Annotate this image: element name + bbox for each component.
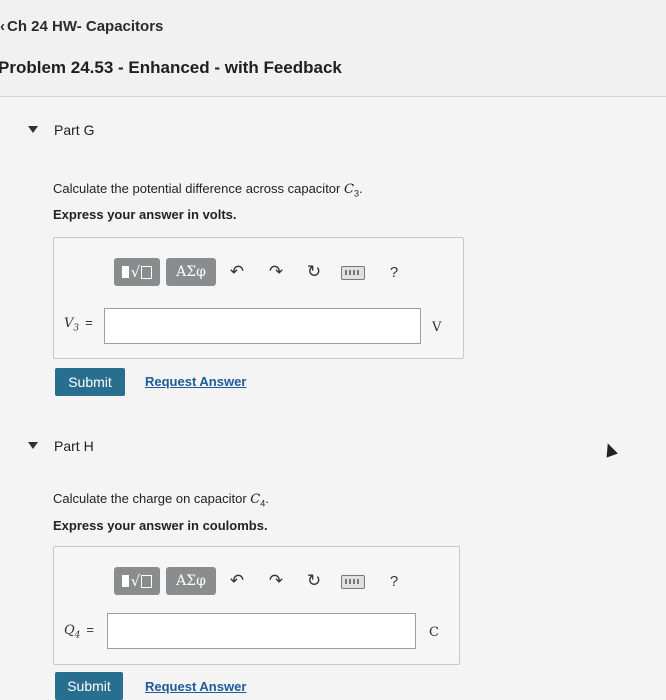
header-bar: ‹ Ch 24 HW- Capacitors Problem 24.53 - En… bbox=[0, 0, 666, 97]
template-box-icon bbox=[121, 266, 129, 278]
part-g-unit: V bbox=[432, 320, 442, 335]
template-box-icon bbox=[141, 265, 153, 279]
part-g-label[interactable]: Part G bbox=[54, 122, 94, 138]
templates-button[interactable]: √ bbox=[114, 258, 160, 286]
part-g-instruction: Express your answer in volts. bbox=[53, 207, 237, 222]
keyboard-icon[interactable] bbox=[341, 575, 365, 589]
part-h-unit: C bbox=[429, 625, 439, 640]
part-g-submit-button[interactable]: Submit bbox=[55, 368, 125, 396]
chevron-left-icon[interactable]: ‹ bbox=[0, 18, 6, 35]
part-g-answer-box: √ ΑΣφ ↶ ↷ ↻ ? V3 = V bbox=[53, 237, 464, 359]
greek-symbols-button[interactable]: ΑΣφ bbox=[166, 567, 216, 595]
reset-icon[interactable]: ↻ bbox=[304, 570, 324, 592]
collapse-triangle-icon[interactable] bbox=[28, 126, 38, 133]
part-h-request-answer-link[interactable]: Request Answer bbox=[145, 679, 246, 694]
greek-symbols-button[interactable]: ΑΣφ bbox=[166, 258, 216, 286]
help-icon[interactable]: ? bbox=[384, 261, 404, 283]
templates-button[interactable]: √ bbox=[114, 567, 160, 595]
part-h-answer-box: √ ΑΣφ ↶ ↷ ↻ ? Q4 = C bbox=[53, 546, 460, 665]
redo-icon[interactable]: ↷ bbox=[266, 261, 286, 283]
problem-title: Problem 24.53 - Enhanced - with Feedback bbox=[0, 58, 342, 77]
breadcrumb[interactable]: ‹ Ch 24 HW- Capacitors bbox=[0, 18, 163, 35]
sqrt-icon: √ bbox=[130, 572, 141, 590]
undo-icon[interactable]: ↶ bbox=[227, 261, 247, 283]
main-content: Part G Calculate the potential differenc… bbox=[0, 97, 666, 700]
part-g-question: Calculate the potential difference acros… bbox=[53, 181, 363, 199]
part-h-question: Calculate the charge on capacitor C4. bbox=[53, 491, 269, 509]
part-h-instruction: Express your answer in coulombs. bbox=[53, 518, 268, 533]
part-h-submit-button[interactable]: Submit bbox=[55, 672, 123, 700]
template-box-icon bbox=[121, 575, 129, 587]
part-g-request-answer-link[interactable]: Request Answer bbox=[145, 374, 246, 389]
part-h-answer-input[interactable] bbox=[107, 613, 416, 649]
part-g-variable-label: V3 = bbox=[64, 315, 93, 334]
part-h-label[interactable]: Part H bbox=[54, 438, 94, 454]
undo-icon[interactable]: ↶ bbox=[227, 570, 247, 592]
redo-icon[interactable]: ↷ bbox=[266, 570, 286, 592]
sqrt-icon: √ bbox=[130, 263, 141, 281]
part-g-answer-input[interactable] bbox=[104, 308, 421, 344]
help-icon[interactable]: ? bbox=[384, 570, 404, 592]
keyboard-icon[interactable] bbox=[341, 266, 365, 280]
template-box-icon bbox=[141, 574, 153, 588]
reset-icon[interactable]: ↻ bbox=[304, 261, 324, 283]
part-h-variable-label: Q4 = bbox=[64, 622, 94, 641]
breadcrumb-label[interactable]: Ch 24 HW- Capacitors bbox=[7, 18, 163, 35]
collapse-triangle-icon[interactable] bbox=[28, 442, 38, 449]
